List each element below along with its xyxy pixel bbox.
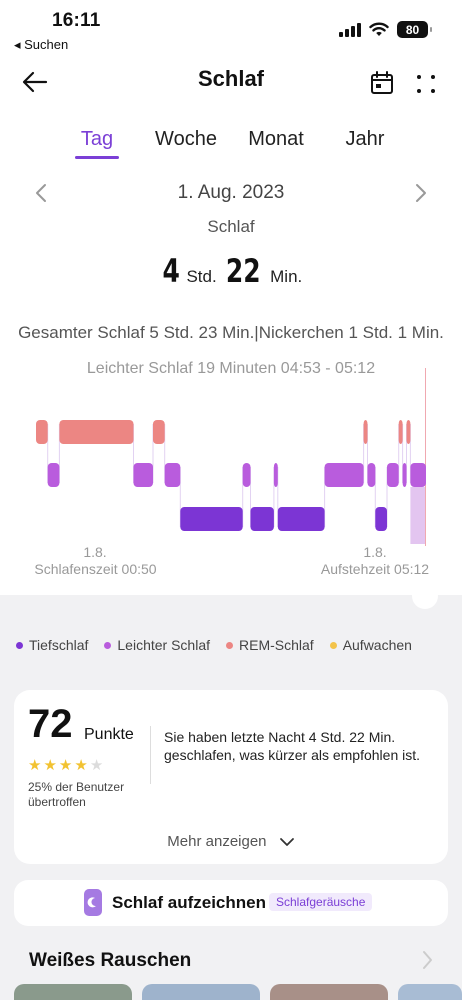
active-tab-indicator bbox=[75, 156, 119, 159]
sleep-score-card: 72 Punkte ★ ★ ★ ★ ★ 25% der Benutzer übe… bbox=[14, 690, 448, 864]
sleep-stage-segment[interactable] bbox=[406, 420, 411, 444]
sleep-stage-segment[interactable] bbox=[387, 463, 399, 487]
legend-deep-label: Tiefschlaf bbox=[29, 637, 89, 653]
noise-thumbnail[interactable] bbox=[14, 984, 132, 1000]
noise-thumbnail[interactable] bbox=[398, 984, 462, 1000]
noise-thumbnail[interactable] bbox=[270, 984, 388, 1000]
show-more-button[interactable]: Mehr anzeigen bbox=[14, 833, 448, 850]
legend-awake: Aufwachen bbox=[329, 637, 412, 653]
sleep-stage-segment[interactable] bbox=[277, 507, 325, 531]
end-date-label: 1.8. bbox=[363, 544, 387, 560]
sleep-stage-segment[interactable] bbox=[59, 420, 134, 444]
date-label: 1. Aug. 2023 bbox=[177, 182, 285, 203]
legend-awake-label: Aufwachen bbox=[342, 637, 412, 653]
battery-icon: 80 bbox=[397, 21, 432, 38]
status-time: 16:11 bbox=[52, 10, 101, 31]
legend-rem-label: REM-Schlaf bbox=[239, 637, 314, 653]
wifi-icon bbox=[369, 22, 389, 36]
duration-minutes-unit: Min. bbox=[270, 267, 303, 286]
tab-woche[interactable]: Woche bbox=[155, 128, 217, 151]
duration-hours-unit: Std. bbox=[186, 267, 217, 286]
tab-tag[interactable]: Tag bbox=[81, 128, 113, 151]
sleep-stage-segment[interactable] bbox=[410, 463, 426, 487]
legend-awake-dot bbox=[329, 641, 337, 649]
sleep-summary: Gesamter Schlaf 5 Std. 23 Min.|Nickerche… bbox=[18, 323, 444, 342]
section-label: Schlaf bbox=[207, 217, 255, 236]
tab-monat[interactable]: Monat bbox=[248, 128, 304, 151]
star-icon: ★ bbox=[43, 757, 57, 774]
sleep-stage-segment[interactable] bbox=[36, 420, 48, 444]
score-value: 72 bbox=[28, 702, 73, 746]
start-date-label: 1.8. bbox=[83, 544, 107, 560]
sleep-duration: 4 Std. 22 Min. bbox=[0, 252, 462, 290]
status-icons: 80 bbox=[339, 21, 432, 38]
sleep-stage-segment[interactable] bbox=[375, 507, 387, 531]
sleep-sounds-badge[interactable]: Schlafgeräusche bbox=[269, 893, 373, 911]
chart-scrubber-handle[interactable] bbox=[412, 583, 438, 609]
tab-jahr[interactable]: Jahr bbox=[346, 128, 385, 151]
sleep-stage-segment[interactable] bbox=[180, 507, 243, 531]
white-noise-title: Weißes Rauschen bbox=[29, 950, 192, 971]
chart-legend: Tiefschlaf Leichter Schlaf REM-Schlaf Au… bbox=[16, 637, 456, 653]
legend-rem-dot bbox=[226, 641, 233, 649]
legend-rem: REM-Schlaf bbox=[226, 637, 314, 653]
score-unit: Punkte bbox=[84, 726, 134, 743]
chevron-down-icon bbox=[279, 838, 294, 846]
noise-thumbnail[interactable] bbox=[142, 984, 260, 1000]
period-tabs: Tag Woche Monat Jahr bbox=[0, 128, 462, 162]
back-to-search-link[interactable]: ◂ Suchen bbox=[14, 37, 68, 53]
divider bbox=[150, 726, 151, 784]
bedtime-label: Schlafenszeit 00:50 bbox=[34, 561, 157, 577]
sleep-stage-segment[interactable] bbox=[242, 463, 251, 487]
sleep-stage-segment[interactable] bbox=[133, 463, 154, 487]
legend-light: Leichter Schlaf bbox=[104, 637, 210, 653]
sleep-stage-segment[interactable] bbox=[250, 507, 274, 531]
more-options-icon[interactable] bbox=[414, 72, 438, 96]
show-more-label: Mehr anzeigen bbox=[167, 833, 267, 850]
star-empty-icon: ★ bbox=[89, 757, 104, 774]
chevron-right-icon[interactable] bbox=[418, 948, 436, 972]
star-icon: ★ bbox=[58, 757, 73, 774]
selected-segment-highlight bbox=[410, 487, 426, 544]
sleep-stage-segment[interactable] bbox=[164, 463, 181, 487]
main-panel: 16:11 ◂ Suchen 80 Schlaf Tag Woche Monat… bbox=[0, 0, 462, 595]
moon-phone-icon bbox=[84, 889, 102, 916]
chevron-right-icon[interactable] bbox=[410, 182, 430, 204]
sleep-stage-segment[interactable] bbox=[402, 463, 407, 487]
sleep-stage-segment[interactable] bbox=[273, 463, 278, 487]
sleep-stage-segment[interactable] bbox=[153, 420, 165, 444]
duration-minutes: 22 bbox=[226, 252, 261, 290]
sleep-stage-segment[interactable] bbox=[324, 463, 364, 487]
signal-icon bbox=[339, 22, 361, 37]
legend-deep-dot bbox=[16, 641, 23, 649]
star-icon: ★ bbox=[28, 757, 42, 774]
duration-hours: 4 bbox=[162, 252, 180, 290]
score-description: Sie haben letzte Nacht 4 Std. 22 Min. ge… bbox=[164, 729, 421, 763]
sleep-stage-segment[interactable] bbox=[367, 463, 376, 487]
sleep-stage-chart[interactable] bbox=[0, 360, 462, 550]
sleep-stage-segment[interactable] bbox=[47, 463, 60, 487]
sleep-stage-segment[interactable] bbox=[398, 420, 403, 444]
calendar-icon[interactable] bbox=[369, 70, 395, 96]
legend-deep: Tiefschlaf bbox=[16, 637, 88, 653]
legend-light-label: Leichter Schlaf bbox=[117, 637, 210, 653]
score-percentile: 25% der Benutzer übertroffen bbox=[28, 780, 125, 809]
score-stars: ★ ★ ★ ★ ★ bbox=[28, 756, 103, 774]
sleep-stage-segment[interactable] bbox=[363, 420, 368, 444]
wake-time-label: Aufstehzeit 05:12 bbox=[320, 561, 430, 577]
star-icon: ★ bbox=[74, 757, 88, 774]
record-sleep-label: Schlaf aufzeichnen bbox=[112, 893, 266, 912]
legend-light-dot bbox=[104, 641, 112, 649]
record-sleep-button[interactable]: Schlaf aufzeichnen Schlafgeräusche bbox=[14, 880, 448, 926]
